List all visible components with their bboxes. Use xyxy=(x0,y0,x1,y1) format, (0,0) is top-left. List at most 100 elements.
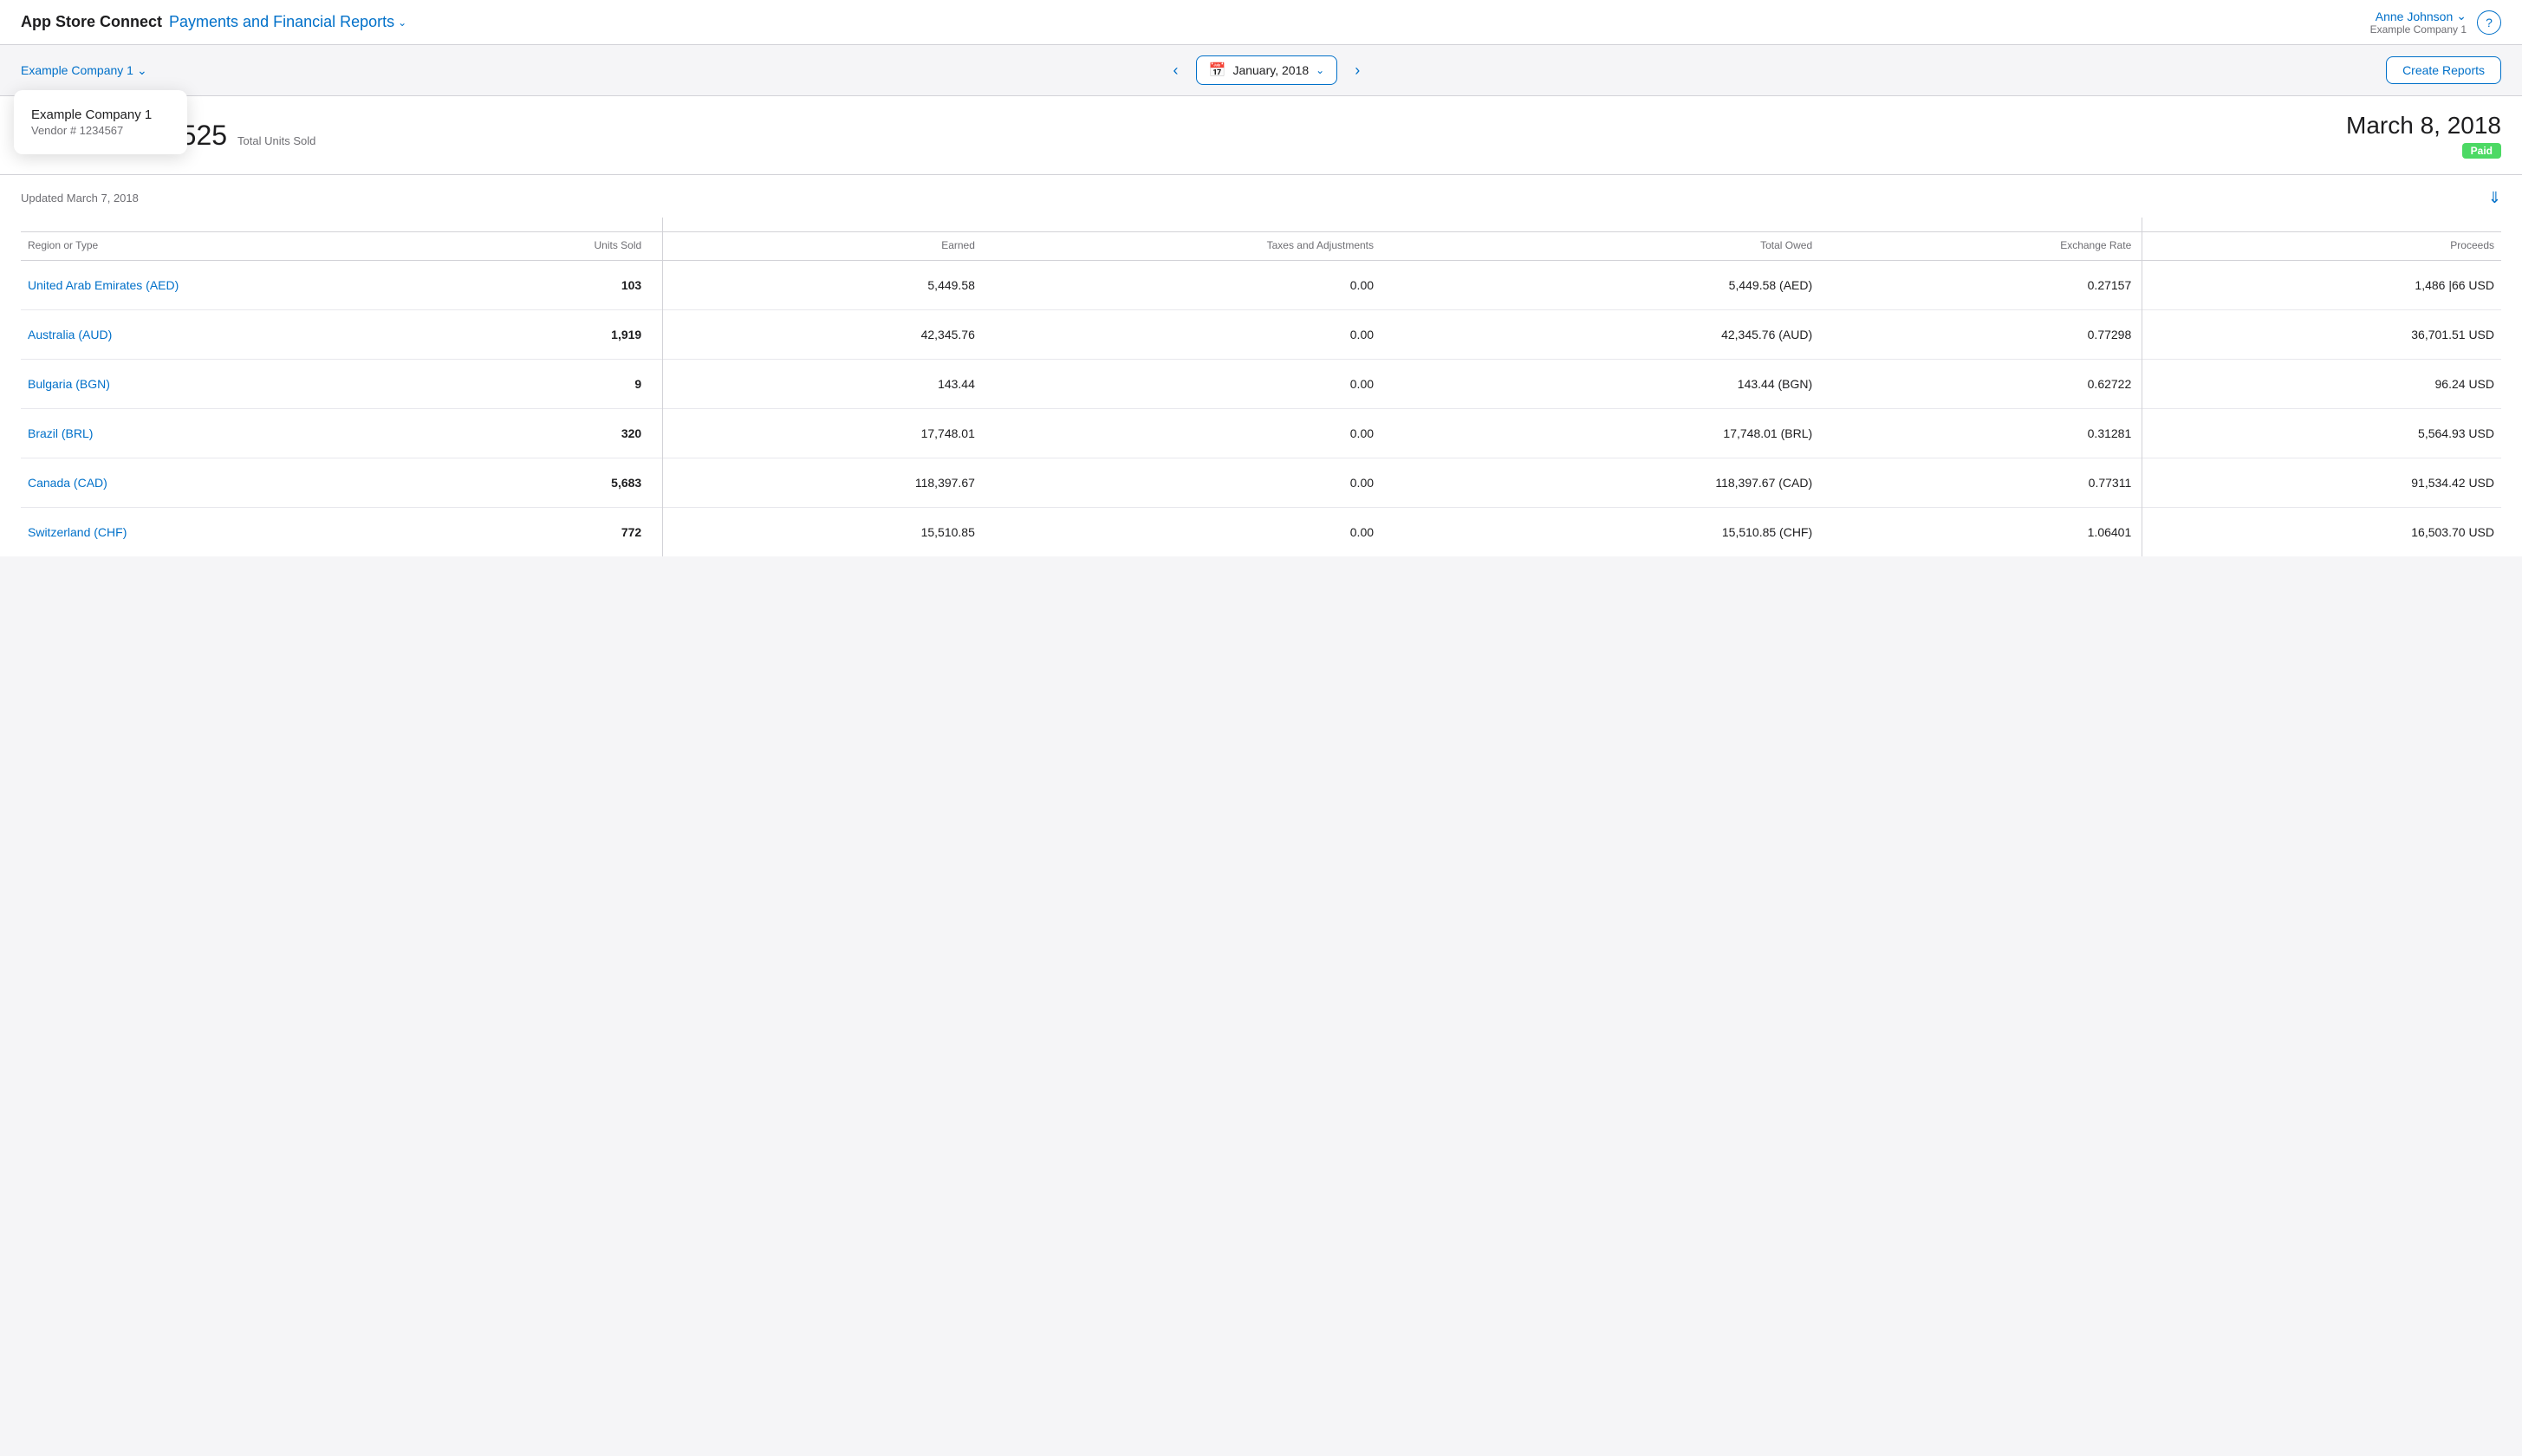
col-label-taxes: Taxes and Adjustments xyxy=(982,232,1381,261)
main-header: App Store Connect Payments and Financial… xyxy=(0,0,2522,45)
col-label-region: Region or Type xyxy=(21,232,459,261)
financial-table: Region or Type Units Sold Earned Taxes a… xyxy=(21,218,2501,556)
company-selector[interactable]: Example Company 1 ⌄ xyxy=(21,63,147,78)
cell-units: 103 xyxy=(459,261,659,310)
cell-earned: 118,397.67 xyxy=(663,458,982,508)
user-chevron-icon: ⌄ xyxy=(2456,9,2467,23)
next-month-button[interactable]: › xyxy=(1348,58,1367,83)
cell-proceeds: 5,564.93 USD xyxy=(2142,409,2501,458)
cell-owed: 5,449.58 (AED) xyxy=(1381,261,1819,310)
cell-taxes: 0.00 xyxy=(982,261,1381,310)
company-name: Example Company 1 xyxy=(2370,23,2467,36)
cell-taxes: 0.00 xyxy=(982,310,1381,360)
page-title[interactable]: Payments and Financial Reports ⌄ xyxy=(169,13,406,31)
col-header-region xyxy=(21,218,459,232)
create-reports-button[interactable]: Create Reports xyxy=(2386,56,2501,84)
col-header-owed xyxy=(1381,218,1819,232)
dropdown-vendor-number: Vendor # 1234567 xyxy=(31,124,170,137)
cell-exchange: 0.62722 xyxy=(1819,360,2138,409)
calendar-icon: 📅 xyxy=(1209,62,1226,79)
cell-earned: 15,510.85 xyxy=(663,508,982,557)
app-store-connect-title: App Store Connect xyxy=(21,13,162,31)
col-header-earned xyxy=(663,218,982,232)
header-left: App Store Connect Payments and Financial… xyxy=(21,13,406,31)
cell-taxes: 0.00 xyxy=(982,360,1381,409)
header-right: Anne Johnson ⌄ Example Company 1 ? xyxy=(2370,9,2501,36)
cell-proceeds: 91,534.42 USD xyxy=(2142,458,2501,508)
cell-units: 5,683 xyxy=(459,458,659,508)
company-selector-chevron-icon: ⌄ xyxy=(137,63,147,78)
toolbar: Example Company 1 ⌄ Example Company 1 Ve… xyxy=(0,45,2522,96)
company-selector-label: Example Company 1 xyxy=(21,63,133,77)
cell-earned: 5,449.58 xyxy=(663,261,982,310)
cell-exchange: 0.77298 xyxy=(1819,310,2138,360)
cell-units: 320 xyxy=(459,409,659,458)
summary-date: March 8, 2018 xyxy=(2346,112,2501,140)
download-icon[interactable]: ⇓ xyxy=(2488,189,2501,207)
cell-region[interactable]: Canada (CAD) xyxy=(21,458,459,508)
table-row: Australia (AUD) 1,919 42,345.76 0.00 42,… xyxy=(21,310,2501,360)
table-body: United Arab Emirates (AED) 103 5,449.58 … xyxy=(21,261,2501,557)
date-label: January, 2018 xyxy=(1232,63,1309,77)
cell-region[interactable]: Australia (AUD) xyxy=(21,310,459,360)
cell-owed: 143.44 (BGN) xyxy=(1381,360,1819,409)
date-selector[interactable]: 📅 January, 2018 ⌄ xyxy=(1196,55,1338,85)
col-header-exchange xyxy=(1819,218,2138,232)
cell-taxes: 0.00 xyxy=(982,458,1381,508)
date-navigation: ‹ 📅 January, 2018 ⌄ › xyxy=(1167,55,1368,85)
cell-proceeds: 16,503.70 USD xyxy=(2142,508,2501,557)
col-label-units: Units Sold xyxy=(459,232,659,261)
col-header-units xyxy=(459,218,659,232)
user-info: Anne Johnson ⌄ Example Company 1 xyxy=(2370,9,2467,36)
cell-proceeds: 1,486 |66 USD xyxy=(2142,261,2501,310)
table-header xyxy=(21,218,2501,232)
col-header-taxes xyxy=(982,218,1381,232)
dropdown-company-name: Example Company 1 xyxy=(31,107,170,122)
cell-owed: 42,345.76 (AUD) xyxy=(1381,310,1819,360)
summary-units-label: Total Units Sold xyxy=(237,134,315,147)
user-name-text: Anne Johnson xyxy=(2376,10,2454,23)
cell-region[interactable]: United Arab Emirates (AED) xyxy=(21,261,459,310)
user-name[interactable]: Anne Johnson ⌄ xyxy=(2370,9,2467,23)
dropdown-company-item[interactable]: Example Company 1 Vendor # 1234567 xyxy=(31,104,170,140)
paid-badge: Paid xyxy=(2462,143,2501,159)
cell-region[interactable]: Bulgaria (BGN) xyxy=(21,360,459,409)
cell-owed: 15,510.85 (CHF) xyxy=(1381,508,1819,557)
col-label-earned: Earned xyxy=(663,232,982,261)
col-label-proceeds: Proceeds xyxy=(2142,232,2501,261)
cell-units: 772 xyxy=(459,508,659,557)
cell-earned: 143.44 xyxy=(663,360,982,409)
col-label-owed: Total Owed xyxy=(1381,232,1819,261)
cell-units: 1,919 xyxy=(459,310,659,360)
cell-region[interactable]: Brazil (BRL) xyxy=(21,409,459,458)
cell-region[interactable]: Switzerland (CHF) xyxy=(21,508,459,557)
page-title-chevron-icon: ⌄ xyxy=(398,16,406,29)
table-section: Updated March 7, 2018 ⇓ Region or Type U… xyxy=(0,175,2522,556)
company-dropdown: Example Company 1 Vendor # 1234567 xyxy=(14,90,187,154)
table-row: Bulgaria (BGN) 9 143.44 0.00 143.44 (BGN… xyxy=(21,360,2501,409)
help-button[interactable]: ? xyxy=(2477,10,2501,35)
col-header-proceeds xyxy=(2142,218,2501,232)
cell-proceeds: 36,701.51 USD xyxy=(2142,310,2501,360)
cell-exchange: 0.77311 xyxy=(1819,458,2138,508)
updated-label: Updated March 7, 2018 xyxy=(21,192,139,205)
cell-exchange: 0.27157 xyxy=(1819,261,2138,310)
table-col-labels: Region or Type Units Sold Earned Taxes a… xyxy=(21,232,2501,261)
cell-exchange: 1.06401 xyxy=(1819,508,2138,557)
table-row: Canada (CAD) 5,683 118,397.67 0.00 118,3… xyxy=(21,458,2501,508)
cell-taxes: 0.00 xyxy=(982,409,1381,458)
prev-month-button[interactable]: ‹ xyxy=(1167,58,1186,83)
summary-right: March 8, 2018 Paid xyxy=(2346,112,2501,159)
cell-earned: 42,345.76 xyxy=(663,310,982,360)
table-row: Switzerland (CHF) 772 15,510.85 0.00 15,… xyxy=(21,508,2501,557)
cell-proceeds: 96.24 USD xyxy=(2142,360,2501,409)
cell-units: 9 xyxy=(459,360,659,409)
date-chevron-icon: ⌄ xyxy=(1316,64,1324,76)
table-row: United Arab Emirates (AED) 103 5,449.58 … xyxy=(21,261,2501,310)
cell-owed: 118,397.67 (CAD) xyxy=(1381,458,1819,508)
cell-taxes: 0.00 xyxy=(982,508,1381,557)
table-meta: Updated March 7, 2018 ⇓ xyxy=(21,175,2501,218)
cell-owed: 17,748.01 (BRL) xyxy=(1381,409,1819,458)
summary-bar: EXAMPLE BANK 1 •• 32325 ,525 Total Units… xyxy=(0,96,2522,175)
page-title-text: Payments and Financial Reports xyxy=(169,13,394,31)
